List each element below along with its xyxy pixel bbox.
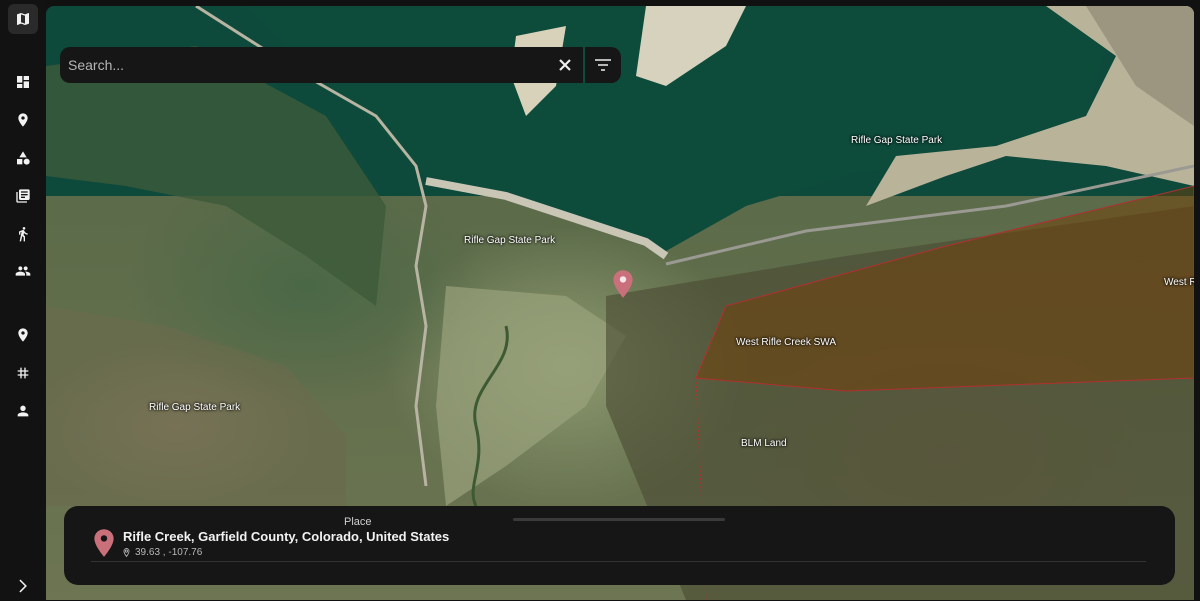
sidebar-item-places[interactable] (8, 105, 38, 135)
group-icon (15, 266, 31, 276)
clear-search-button[interactable] (547, 47, 583, 83)
map-marker-pin-icon[interactable] (612, 269, 634, 299)
sidebar-item-location[interactable] (8, 320, 38, 350)
search-bar (60, 47, 583, 83)
sheet-drag-handle[interactable] (513, 518, 725, 521)
sheet-header: Place (344, 516, 372, 528)
coordinates-text: 39.63 , -107.76 (135, 547, 203, 558)
sidebar-item-groups[interactable] (8, 256, 38, 286)
sidebar-item-tags[interactable] (8, 358, 38, 388)
place-pin-icon (94, 529, 114, 557)
filter-icon (595, 59, 611, 71)
coordinates-pin-icon (123, 548, 130, 557)
place-sheet: Place Rifle Creek, Garfield County, Colo… (64, 506, 1175, 585)
library-icon (16, 189, 30, 203)
sidebar-item-map[interactable] (8, 4, 38, 34)
place-name[interactable]: Rifle Creek, Garfield County, Colorado, … (123, 529, 449, 544)
search-input[interactable] (60, 56, 547, 74)
hiking-icon (19, 227, 28, 242)
map-label-rifle-gap-west[interactable]: Rifle Gap State Park (149, 402, 240, 413)
sidebar-item-library[interactable] (8, 181, 38, 211)
sidebar-item-shapes[interactable] (8, 143, 38, 173)
sidebar-item-activities[interactable] (8, 219, 38, 249)
map-label-west-edge[interactable]: West R (1164, 277, 1194, 288)
sidebar-item-dashboard[interactable] (8, 67, 38, 97)
sidebar-expand-button[interactable] (8, 571, 38, 601)
map-label-west-rifle-creek-swa[interactable]: West Rifle Creek SWA (736, 337, 836, 348)
filter-button[interactable] (585, 47, 621, 83)
place-coordinates: 39.63 , -107.76 (123, 547, 202, 558)
map-label-blm-land[interactable]: BLM Land (741, 438, 787, 449)
chevron-right-icon (19, 579, 27, 593)
person-icon (17, 405, 29, 417)
location-pin-icon (18, 113, 28, 127)
divider (91, 561, 1146, 562)
map-icon (17, 13, 29, 25)
map-label-rifle-gap-lake[interactable]: Rifle Gap State Park (851, 135, 942, 146)
location-pin-icon (18, 328, 28, 342)
sidebar (0, 0, 46, 600)
hashtag-icon (17, 367, 29, 379)
map-label-rifle-gap-dam[interactable]: Rifle Gap State Park (464, 235, 555, 246)
sidebar-item-profile[interactable] (8, 396, 38, 426)
shapes-icon (17, 151, 30, 165)
close-icon (559, 59, 571, 71)
dashboard-icon (17, 76, 29, 88)
